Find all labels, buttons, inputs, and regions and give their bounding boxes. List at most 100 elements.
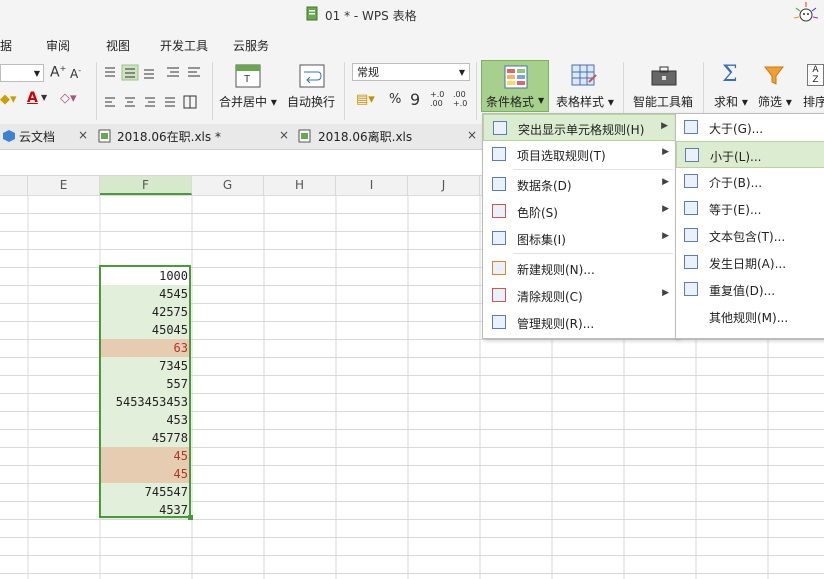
highlight-rules-submenu: 大于(G)... 小于(L)... 介于(B)... 等于(E)... 文本包含(T).… xyxy=(675,113,824,339)
tab-view[interactable]: 视图 xyxy=(106,37,130,54)
highlight-rule-item[interactable]: 发生日期(A)... xyxy=(676,249,824,276)
spreadsheet-file-icon xyxy=(98,129,111,143)
cond-menu-item[interactable]: 管理规则(R)... xyxy=(483,309,677,336)
menu-item-label: 发生日期(A)... xyxy=(709,257,787,271)
tab-cloud-service[interactable]: 云服务 xyxy=(233,37,269,54)
tab-review[interactable]: 审阅 xyxy=(46,37,70,54)
conditional-format-button[interactable]: 条件格式 ▼ xyxy=(481,60,549,112)
separator xyxy=(212,62,213,120)
close-icon[interactable]: × xyxy=(467,128,477,142)
currency-icon[interactable]: ▤▾ xyxy=(356,92,375,107)
rule-icon xyxy=(492,315,506,329)
filter-button[interactable]: 筛选 ▾ xyxy=(758,93,792,110)
table-style-button[interactable]: 表格样式 ▾ xyxy=(556,93,614,110)
cond-menu-item[interactable]: 项目选取规则(T) ▶ xyxy=(483,141,677,168)
cond-menu-item[interactable]: 数据条(D) ▶ xyxy=(483,171,677,198)
merge-center-button[interactable]: 合并居中 ▾ xyxy=(219,93,277,110)
tab-document[interactable]: 2018.06离职.xls xyxy=(318,128,412,145)
highlight-rule-item[interactable]: 文本包含(T)... xyxy=(676,222,824,249)
cond-menu-item[interactable]: 清除规则(C) ▶ xyxy=(483,282,677,309)
conditional-format-menu: 突出显示单元格规则(H) ▶ 项目选取规则(T) ▶ 数据条(D) ▶ 色阶(S) ▶ 图标集(… xyxy=(482,113,678,339)
sort-button[interactable]: 排序 xyxy=(803,93,824,110)
sort-icon[interactable]: AZ xyxy=(807,64,824,86)
sum-button[interactable]: 求和 ▾ xyxy=(714,93,748,110)
percent-icon[interactable]: % xyxy=(389,92,401,107)
rule-icon xyxy=(493,121,507,135)
table-style-icon[interactable] xyxy=(571,64,597,88)
tab-developer[interactable]: 开发工具 xyxy=(160,37,208,54)
column-header-f[interactable]: F xyxy=(100,176,192,195)
separator xyxy=(344,62,345,120)
dropdown-arrow-icon[interactable]: ▼ xyxy=(41,93,47,102)
menu-item-label: 重复值(D)... xyxy=(709,284,776,298)
separator xyxy=(623,62,624,120)
tab-document-active[interactable]: 2018.06在职.xls * xyxy=(117,128,221,145)
highlight-rule-item[interactable]: 小于(L)... xyxy=(676,141,824,168)
filter-icon[interactable] xyxy=(763,64,787,88)
cond-menu-item[interactable]: 色阶(S) ▶ xyxy=(483,198,677,225)
sum-label: 求和 xyxy=(714,95,739,109)
cond-menu-item[interactable]: 新建规则(N)... xyxy=(483,255,677,282)
separator xyxy=(476,62,477,120)
dropdown-arrow-icon: ▼ xyxy=(458,68,465,77)
highlight-rule-item[interactable]: 大于(G)... xyxy=(676,114,824,141)
highlight-rule-item[interactable]: 介于(B)... xyxy=(676,168,824,195)
rule-icon xyxy=(684,174,698,188)
close-icon[interactable]: × xyxy=(279,128,289,142)
font-grow-icon[interactable]: A+ xyxy=(50,64,66,81)
menu-item-label: 管理规则(R)... xyxy=(517,317,595,331)
rule-icon xyxy=(492,147,506,161)
menu-item-label: 介于(B)... xyxy=(709,176,763,190)
submenu-arrow-icon: ▶ xyxy=(662,147,669,157)
menu-item-label: 大于(G)... xyxy=(709,122,764,136)
highlight-rule-item[interactable]: 重复值(D)... xyxy=(676,276,824,303)
column-header-i[interactable]: I xyxy=(336,176,408,195)
menu-item-label: 突出显示单元格规则(H) xyxy=(518,123,645,137)
column-header-e[interactable]: E xyxy=(28,176,100,195)
font-size-combo[interactable]: ▼ xyxy=(0,64,44,82)
submenu-arrow-icon: ▶ xyxy=(662,177,669,187)
rule-icon xyxy=(684,201,698,215)
ribbon-tab-bar: 据 审阅 视图 开发工具 云服务 xyxy=(0,30,824,58)
menu-item-label: 项目选取规则(T) xyxy=(517,149,606,163)
column-header-g[interactable]: G xyxy=(192,176,264,195)
spreadsheet-file-icon xyxy=(298,129,311,143)
highlight-rule-item[interactable]: 等于(E)... xyxy=(676,195,824,222)
app-logo-icon xyxy=(793,2,819,22)
tab-cloud-docs[interactable]: 云文档 xyxy=(19,128,55,145)
title-bar: 01 * - WPS 表格 xyxy=(0,0,824,30)
highlight-rule-item[interactable]: 其他规则(M)... xyxy=(676,303,824,330)
close-icon[interactable]: × xyxy=(78,128,88,142)
font-shrink-icon[interactable]: A- xyxy=(70,66,81,81)
comma-style-icon[interactable]: 9 xyxy=(410,90,420,109)
menu-item-label: 文本包含(T)... xyxy=(709,230,786,244)
smart-toolbox-button[interactable]: 智能工具箱 xyxy=(633,93,693,110)
column-header-j[interactable]: J xyxy=(408,176,480,195)
menu-item-label: 图标集(I) xyxy=(517,233,566,247)
font-color-icon[interactable]: A xyxy=(27,90,38,106)
cond-menu-item[interactable]: 突出显示单元格规则(H) ▶ xyxy=(483,114,677,141)
separator xyxy=(703,62,704,120)
menu-item-label: 等于(E)... xyxy=(709,203,762,217)
increase-decimal-icon[interactable]: +.0.00 xyxy=(430,90,444,108)
tab-data[interactable]: 据 xyxy=(0,37,12,54)
rule-icon xyxy=(685,148,699,162)
wrap-text-button[interactable]: 自动换行 xyxy=(287,93,335,110)
rule-icon xyxy=(684,228,698,242)
toolbox-icon[interactable] xyxy=(651,66,677,86)
cond-menu-item[interactable]: 图标集(I) ▶ xyxy=(483,225,677,252)
wrap-text-icon[interactable] xyxy=(299,64,325,88)
column-header-h[interactable]: H xyxy=(264,176,336,195)
merge-center-icon[interactable]: T xyxy=(235,64,261,88)
dropdown-arrow-icon: ▼ xyxy=(33,69,40,78)
merge-center-label: 合并居中 xyxy=(219,95,268,109)
number-format-combo[interactable]: 常规 ▼ xyxy=(352,63,470,81)
fill-color-icon[interactable]: ◆▾ xyxy=(0,92,17,107)
menu-item-label: 新建规则(N)... xyxy=(517,263,595,277)
alignment-icons[interactable] xyxy=(102,64,212,112)
number-format-value: 常规 xyxy=(357,66,379,79)
clear-format-icon[interactable]: ◇▾ xyxy=(60,91,77,106)
fill-handle[interactable] xyxy=(188,515,193,520)
sum-icon[interactable]: Σ xyxy=(722,62,738,87)
decrease-decimal-icon[interactable]: .00 +.0 xyxy=(453,90,467,108)
